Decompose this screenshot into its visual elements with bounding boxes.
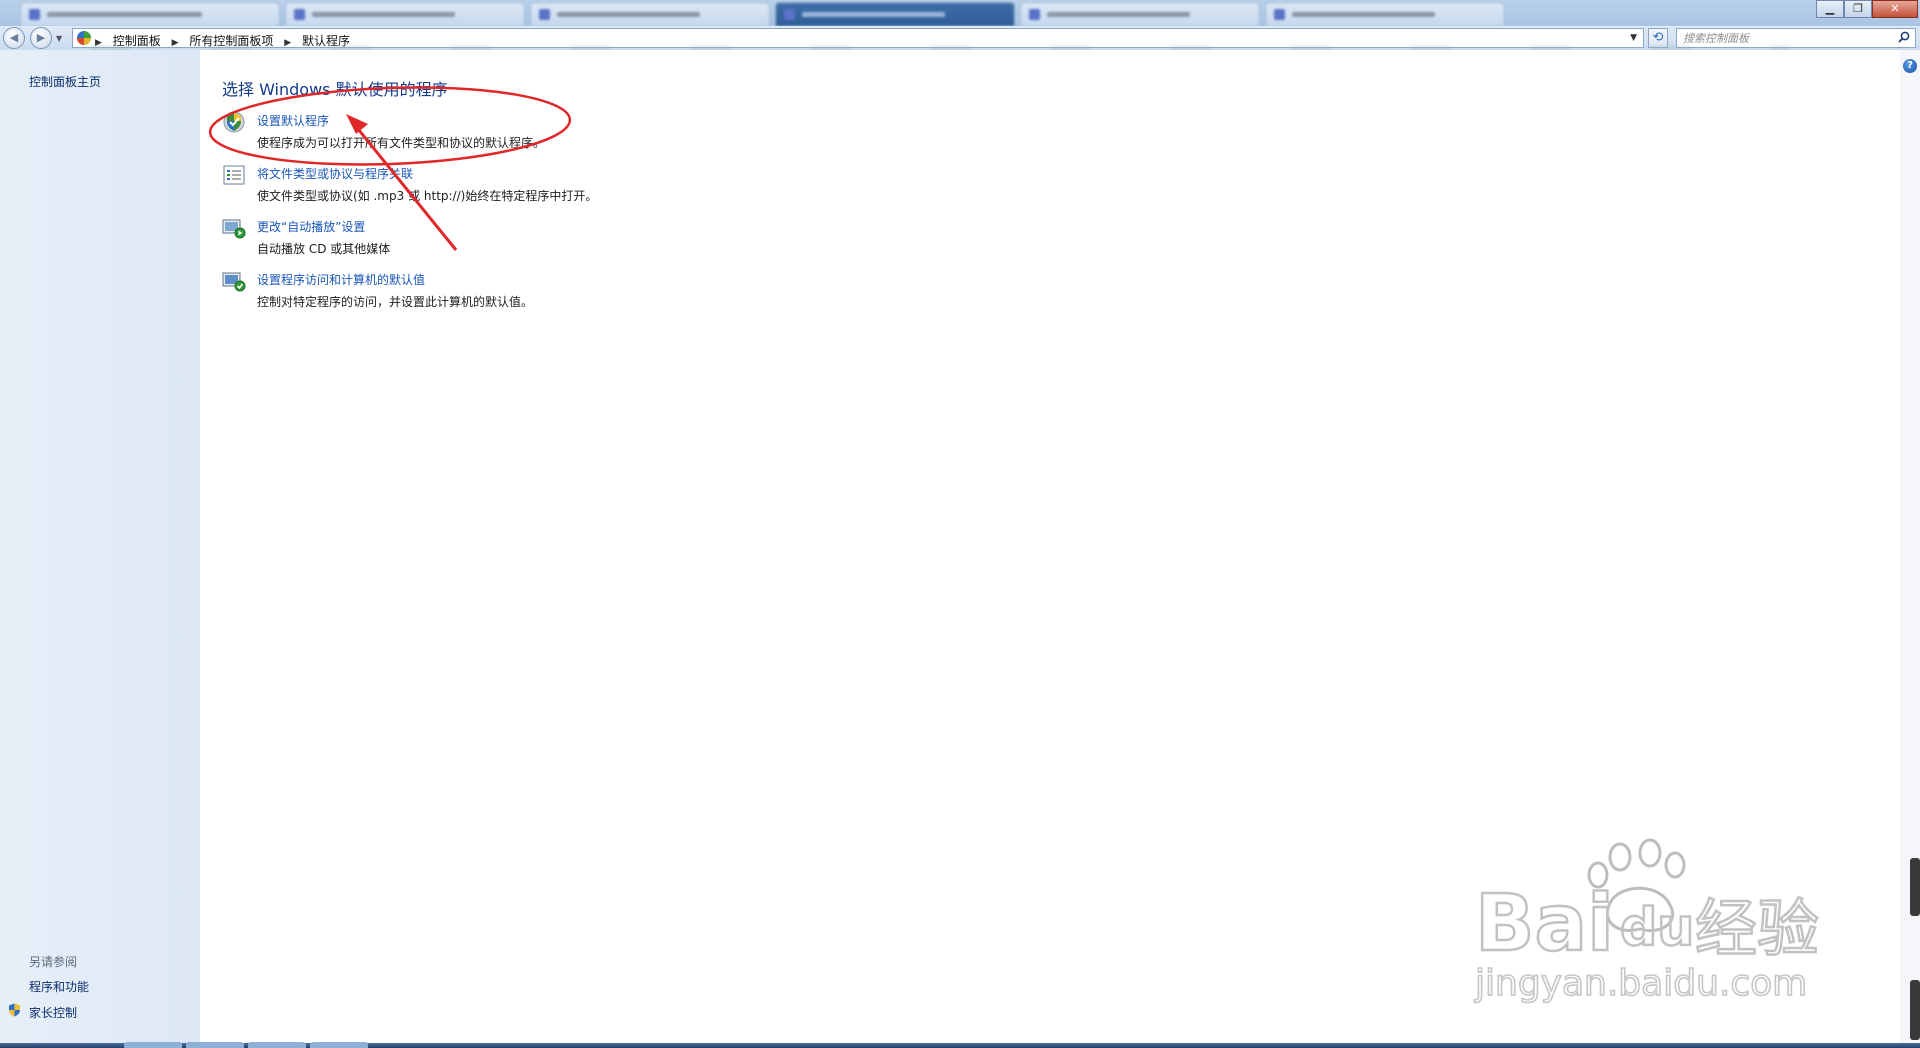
address-history-dropdown-icon[interactable]: ▼	[1630, 33, 1637, 43]
sidebar-home-link[interactable]: 控制面板主页	[29, 73, 101, 90]
autoplay-settings-link[interactable]: 更改“自动播放”设置	[257, 218, 365, 235]
help-icon[interactable]: ?	[1903, 59, 1917, 73]
blurred-tab[interactable]	[285, 2, 525, 26]
search-icon[interactable]	[1898, 31, 1910, 43]
autoplay-settings-desc: 自动播放 CD 或其他媒体	[257, 242, 391, 256]
watermark-brand-du: du	[1620, 898, 1694, 958]
associate-file-type-link[interactable]: 将文件类型或协议与程序关联	[257, 165, 413, 182]
taskbar-button[interactable]	[124, 1042, 182, 1048]
see-also-heading: 另请参阅	[29, 955, 78, 969]
sidebar: 控制面板主页 另请参阅 程序和功能 家长控制	[0, 50, 200, 1043]
recent-pages-dropdown-icon[interactable]: ▼	[56, 34, 62, 43]
scrollbar-thumb[interactable]	[1910, 980, 1920, 1040]
watermark-url: jingyan.baidu.com	[1474, 963, 1807, 1004]
watermark-brand-jingyan: 经验	[1695, 892, 1819, 965]
program-access-icon	[222, 272, 246, 292]
program-access-defaults-desc: 控制对特定程序的访问，并设置此计算机的默认值。	[257, 295, 534, 309]
watermark-brand-bai: Bai	[1475, 879, 1614, 969]
blurred-tab-active[interactable]	[775, 2, 1015, 26]
set-default-programs-desc: 使程序成为可以打开所有文件类型和协议的默认程序。	[257, 136, 546, 150]
taskbar-button[interactable]	[186, 1042, 244, 1048]
minimize-button[interactable]: ▁	[1816, 0, 1844, 18]
scrollbar-thumb[interactable]	[1910, 858, 1920, 916]
program-access-defaults-link[interactable]: 设置程序访问和计算机的默认值	[257, 271, 425, 288]
back-arrow-icon: ◀	[9, 31, 19, 44]
back-button[interactable]: ◀	[3, 27, 25, 49]
forward-arrow-icon: ▶	[36, 31, 46, 44]
blurred-tab[interactable]	[1020, 2, 1260, 26]
close-button[interactable]: ✕	[1872, 0, 1918, 18]
taskbar-button[interactable]	[248, 1042, 306, 1048]
search-input[interactable]	[1683, 30, 1883, 46]
maximize-button[interactable]: ❐	[1844, 0, 1872, 18]
set-default-programs-link[interactable]: 设置默认程序	[257, 112, 329, 129]
refresh-button[interactable]: ⟲	[1648, 28, 1668, 48]
browser-tab-strip: ▁ ❐ ✕	[0, 0, 1920, 26]
address-bar[interactable]: ▶ 控制面板 ▶ 所有控制面板项 ▶ 默认程序 ▼	[72, 28, 1644, 48]
taskbar-button[interactable]	[310, 1042, 368, 1048]
shield-icon	[9, 1003, 20, 1017]
blurred-tab[interactable]	[1265, 2, 1505, 26]
default-programs-icon	[223, 111, 245, 133]
blurred-tab[interactable]	[530, 2, 770, 26]
blurred-tab[interactable]	[20, 2, 280, 26]
sidebar-link-parental-controls[interactable]: 家长控制	[29, 1004, 77, 1021]
refresh-icon: ⟲	[1652, 30, 1664, 45]
forward-button[interactable]: ▶	[30, 27, 52, 49]
page-title: 选择 Windows 默认使用的程序	[222, 80, 448, 99]
sidebar-link-programs-features[interactable]: 程序和功能	[29, 978, 89, 995]
autoplay-icon	[222, 219, 246, 239]
baidu-watermark-logo: Bai du 经验 jingyan.baidu.com	[1473, 838, 1820, 1005]
search-box[interactable]	[1676, 28, 1916, 48]
file-association-icon	[223, 165, 245, 185]
control-panel-icon	[77, 31, 91, 45]
associate-file-type-desc: 使文件类型或协议(如 .mp3 或 http://)始终在特定程序中打开。	[257, 189, 598, 203]
